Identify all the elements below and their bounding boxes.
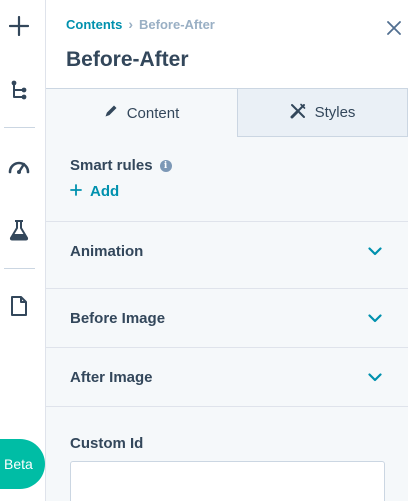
pencil-icon (104, 104, 118, 122)
left-rail (0, 0, 46, 501)
breadcrumb-separator: › (128, 16, 134, 32)
panel-title: Before-After (66, 48, 189, 71)
tab-bar: Content Styles (46, 88, 408, 137)
section-after-image[interactable]: After Image (46, 347, 408, 406)
info-icon[interactable]: i (159, 159, 172, 172)
close-icon[interactable] (385, 19, 403, 37)
file-icon[interactable] (0, 288, 38, 324)
smart-rules-heading: Smart rules i (70, 157, 172, 174)
tab-content[interactable]: Content (46, 88, 237, 137)
gauge-icon[interactable] (0, 148, 38, 184)
chevron-down-icon (368, 310, 382, 327)
tab-content-label: Content (126, 104, 180, 122)
chevron-down-icon (368, 369, 382, 386)
section-animation[interactable]: Animation (46, 221, 408, 280)
custom-id-section: Custom Id (46, 406, 408, 501)
section-before-image[interactable]: Before Image (46, 288, 408, 347)
breadcrumb-current: Before-After (139, 16, 215, 32)
tree-icon[interactable] (0, 72, 38, 108)
section-label: Before Image (70, 309, 166, 327)
flask-icon[interactable] (0, 212, 38, 248)
editor-panel: Contents › Before-After Before-After Con… (46, 0, 408, 501)
custom-id-label: Custom Id (70, 435, 144, 452)
custom-id-input[interactable] (70, 461, 385, 501)
beta-label: Beta (4, 456, 33, 472)
smart-rules-label: Smart rules (70, 157, 153, 174)
add-label: Add (90, 183, 120, 200)
plus-icon (70, 183, 82, 200)
chevron-down-icon (368, 243, 382, 260)
rail-divider (4, 268, 35, 269)
tab-styles[interactable]: Styles (237, 88, 408, 137)
plus-icon[interactable] (0, 8, 38, 44)
section-label: Animation (70, 242, 144, 260)
tab-styles-label: Styles (314, 104, 356, 121)
rail-divider (4, 127, 35, 128)
breadcrumb: Contents › Before-After (66, 16, 215, 32)
content-body: Smart rules i Add Animation Before Image… (46, 137, 408, 501)
styles-icon (290, 103, 306, 123)
breadcrumb-parent-link[interactable]: Contents (66, 17, 122, 32)
section-label: After Image (70, 368, 153, 386)
add-smart-rule-button[interactable]: Add (70, 183, 119, 200)
